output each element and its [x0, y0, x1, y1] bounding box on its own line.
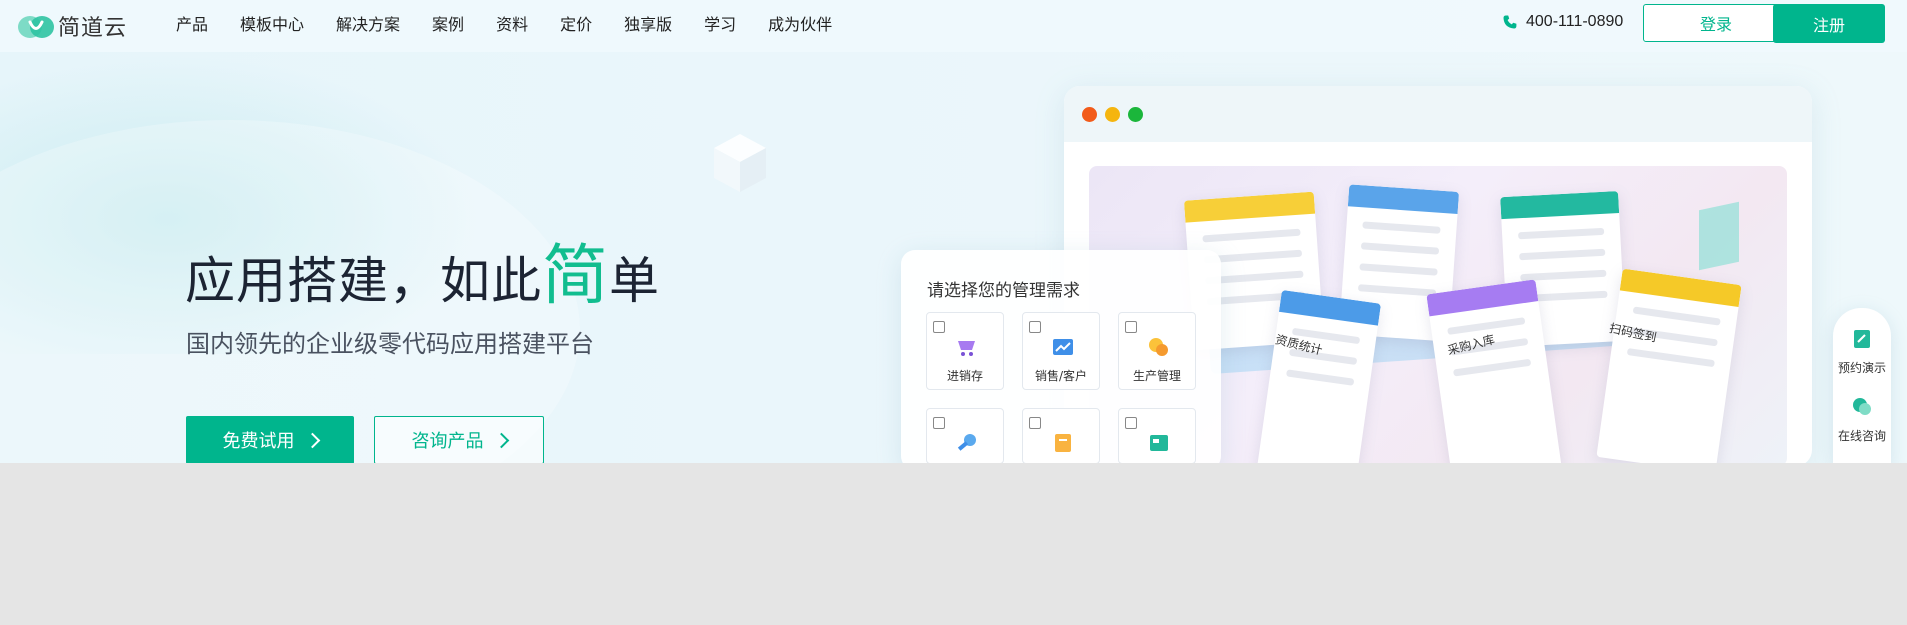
window-minimize-dot-icon: [1105, 107, 1120, 122]
need-option-label: 销售/客户: [1034, 369, 1088, 383]
ribbon-decoration: [1699, 201, 1739, 271]
checkbox[interactable]: [1125, 321, 1137, 333]
need-option[interactable]: [926, 408, 1004, 463]
window-maximize-dot-icon: [1128, 107, 1143, 122]
need-option-production[interactable]: 生产管理: [1118, 312, 1196, 390]
hero-section: 简道云 产品 模板中心 解决方案 案例 资料 定价 独享版 学习 成为伙伴 40…: [0, 0, 1907, 463]
checkbox[interactable]: [1029, 417, 1041, 429]
online-chat-label: 在线咨询: [1837, 429, 1886, 443]
hero-subtitle: 国内领先的企业级零代码应用搭建平台: [186, 330, 594, 358]
nav-item-partner[interactable]: 成为伙伴: [768, 11, 832, 35]
chat-bubble-icon: [1853, 398, 1871, 415]
chevron-right-icon: [304, 432, 320, 448]
nav-item-pricing[interactable]: 定价: [560, 11, 592, 35]
phone-contact[interactable]: 400-111-0890: [1502, 13, 1623, 31]
edit-document-icon: [1854, 330, 1870, 348]
headline-accent-char: 简: [542, 237, 609, 314]
cube-decoration-icon: [714, 134, 766, 192]
nav-item-templates[interactable]: 模板中心: [240, 11, 304, 35]
key-icon: [957, 434, 976, 451]
headline-text-part2: 单: [609, 252, 660, 310]
book-demo-label: 预约演示: [1837, 361, 1886, 375]
leaf-heart-logo-icon: [18, 13, 54, 39]
cart-icon: [958, 341, 975, 356]
need-option[interactable]: [1118, 408, 1196, 463]
sheet-icon: [1150, 435, 1168, 451]
nav-item-resources[interactable]: 资料: [496, 11, 528, 35]
nav-item-cases[interactable]: 案例: [432, 11, 464, 35]
hero-headline: 应用搭建，如此简单: [185, 222, 660, 318]
free-trial-label: 免费试用: [222, 431, 295, 452]
phone-icon: [1503, 15, 1517, 29]
management-needs-panel: 请选择您的管理需求 进销存 销售/客户 生产管理: [901, 250, 1221, 463]
logo-text: 简道云: [58, 16, 128, 41]
consult-product-label: 咨询产品: [411, 431, 484, 452]
checkbox[interactable]: [1029, 321, 1041, 333]
needs-panel-title: 请选择您的管理需求: [927, 281, 1080, 301]
production-icon: [1149, 338, 1168, 356]
checkbox[interactable]: [1125, 417, 1137, 429]
need-option-label: 生产管理: [1132, 369, 1181, 383]
chart-icon: [1053, 339, 1073, 355]
card-scan-checkin: [1596, 268, 1742, 463]
main-nav: 产品 模板中心 解决方案 案例 资料 定价 独享版 学习 成为伙伴: [176, 0, 864, 46]
free-trial-button[interactable]: 免费试用: [186, 416, 354, 463]
checkbox[interactable]: [933, 417, 945, 429]
need-option-sales-customer[interactable]: 销售/客户: [1022, 312, 1100, 390]
nav-item-product[interactable]: 产品: [176, 11, 208, 35]
chevron-right-icon: [493, 432, 509, 448]
nav-item-dedicated[interactable]: 独享版: [624, 11, 672, 35]
window-titlebar: [1064, 86, 1812, 142]
logo[interactable]: 简道云: [18, 11, 127, 41]
document-icon: [1055, 434, 1071, 452]
need-option-label: 进销存: [946, 369, 983, 383]
phone-number: 400-111-0890: [1526, 13, 1624, 30]
headline-text-part1: 应用搭建，如此: [185, 252, 542, 310]
consult-product-button[interactable]: 咨询产品: [374, 416, 544, 463]
need-option-inventory[interactable]: 进销存: [926, 312, 1004, 390]
floating-service-widget: 预约演示 在线咨询: [1833, 308, 1891, 463]
checkbox[interactable]: [933, 321, 945, 333]
need-option[interactable]: [1022, 408, 1100, 463]
login-button[interactable]: 登录: [1643, 4, 1789, 42]
online-chat-button[interactable]: 在线咨询: [1833, 396, 1891, 444]
book-demo-button[interactable]: 预约演示: [1833, 328, 1891, 376]
register-button[interactable]: 注册: [1773, 4, 1885, 43]
nav-item-solutions[interactable]: 解决方案: [336, 11, 400, 35]
nav-item-learn[interactable]: 学习: [704, 11, 736, 35]
window-close-dot-icon: [1082, 107, 1097, 122]
top-navbar: 简道云 产品 模板中心 解决方案 案例 资料 定价 独享版 学习 成为伙伴 40…: [0, 0, 1907, 52]
